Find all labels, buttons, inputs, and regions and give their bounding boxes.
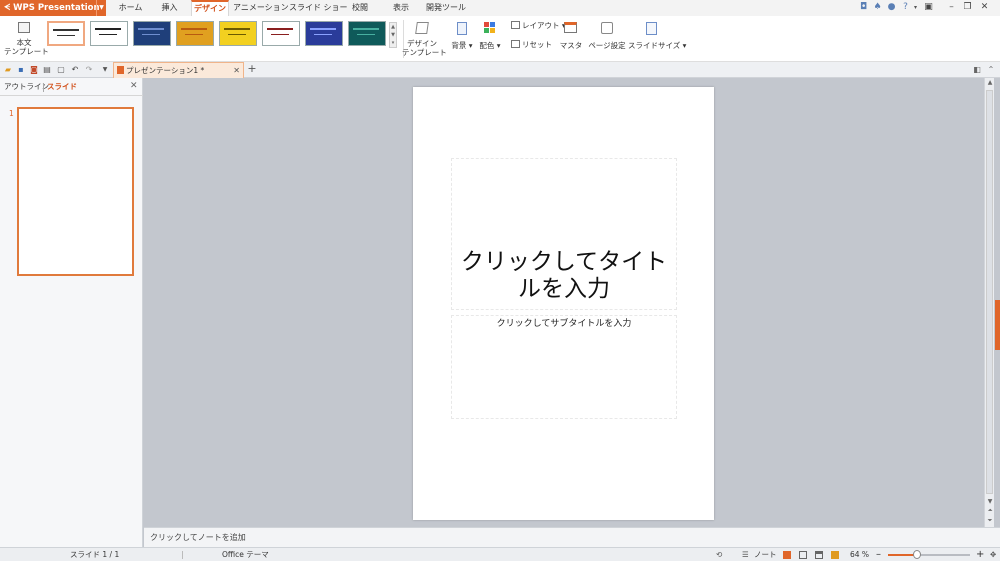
open-icon[interactable]: ▰	[3, 64, 13, 75]
reset-icon	[511, 40, 520, 48]
presentation-file-icon	[117, 66, 124, 74]
undo-icon[interactable]: ↶	[70, 64, 80, 75]
tab-home[interactable]: ホーム	[113, 0, 148, 16]
status-divider	[182, 551, 183, 559]
theme-thumb[interactable]	[262, 21, 300, 46]
theme-name: Office テーマ	[222, 550, 269, 559]
theme-thumb[interactable]	[47, 21, 85, 46]
save-icon[interactable]: ▪	[16, 64, 26, 75]
reading-view-icon[interactable]	[815, 551, 823, 559]
skin-icon[interactable]: ♠	[872, 2, 883, 13]
print-preview-icon[interactable]: ▢	[56, 64, 66, 75]
close-tab-icon[interactable]: ✕	[233, 63, 240, 78]
slide-sorter-icon[interactable]	[799, 551, 807, 559]
minimize-ribbon-icon[interactable]: ⌃	[986, 64, 996, 75]
app-menu-button[interactable]: ᗕ WPS Presentation ▼	[0, 0, 106, 16]
new-tab-icon[interactable]: +	[247, 63, 257, 74]
app-logo-icon: ᗕ	[4, 3, 14, 13]
layout-button[interactable]: レイアウト ▾	[522, 21, 566, 30]
tab-slideshow[interactable]: スライド ショー	[289, 0, 348, 16]
notes-placeholder: クリックしてノートを追加	[150, 533, 246, 542]
help-dropdown-icon[interactable]: ▾	[910, 2, 921, 13]
body-template-icon	[18, 22, 30, 33]
tab-design[interactable]: デザイン	[191, 0, 229, 16]
zoom-in-icon[interactable]: +	[976, 548, 984, 561]
document-tab-title: プレゼンテーション1 *	[126, 66, 205, 75]
tab-slides[interactable]: スライド	[47, 78, 77, 96]
theme-thumb[interactable]	[90, 21, 128, 46]
theme-thumb[interactable]	[176, 21, 214, 46]
notes-pane[interactable]: クリックしてノートを追加	[144, 527, 1000, 547]
backup-icon[interactable]: ⟲	[716, 548, 722, 561]
slide-number: 1	[9, 109, 14, 118]
print-icon[interactable]: ▤	[42, 64, 52, 75]
pane-toggle-icon[interactable]: ◧	[972, 64, 982, 75]
next-slide-icon[interactable]: ⏷	[985, 516, 995, 526]
close-icon[interactable]: ✕	[979, 2, 990, 13]
design-template-icon	[415, 22, 429, 34]
theme-gallery-scroll[interactable]: ▲ ▼ ▾	[389, 22, 397, 48]
account-icon[interactable]: ●	[886, 2, 897, 13]
master-icon	[564, 22, 577, 33]
slide-panel: アウトライン スライド ✕ 1	[0, 78, 143, 547]
app-name: WPS Presentation	[13, 3, 100, 13]
share-icon[interactable]: ◘	[858, 2, 869, 13]
export-pdf-icon[interactable]: ◙	[29, 64, 39, 75]
maximize-icon[interactable]: ❐	[962, 2, 973, 13]
normal-view-icon[interactable]	[783, 551, 791, 559]
layout-icon	[511, 21, 520, 29]
zoom-out-icon[interactable]: –	[876, 548, 881, 561]
subtitle-placeholder[interactable]: クリックしてサブタイトルを入力	[451, 315, 677, 419]
slide-counter: スライド 1 / 1	[70, 550, 120, 559]
theme-thumb[interactable]	[348, 21, 386, 46]
zoom-slider-thumb[interactable]	[913, 550, 921, 559]
theme-thumb[interactable]	[133, 21, 171, 46]
tab-insert[interactable]: 挿入	[152, 0, 187, 16]
color-scheme-icon	[484, 22, 496, 34]
tab-divider	[43, 83, 44, 92]
page-setup-button[interactable]: ページ設定	[588, 41, 626, 50]
subtitle-placeholder-text: クリックしてサブタイトルを入力	[496, 319, 632, 329]
master-button[interactable]: マスタ	[558, 41, 584, 50]
status-bar: スライド 1 / 1 Office テーマ ⟲ ☰ ノート 64 % – + ✥	[0, 547, 1000, 561]
task-pane-handle[interactable]	[995, 300, 1000, 350]
fit-window-icon[interactable]: ✥	[990, 548, 996, 561]
reset-button[interactable]: リセット	[522, 40, 552, 49]
previous-slide-icon[interactable]: ⏶	[985, 506, 995, 516]
slide-thumbnail[interactable]	[17, 107, 134, 276]
scroll-up-icon[interactable]: ▲	[985, 78, 995, 88]
background-icon	[457, 22, 467, 35]
background-button[interactable]: 背景 ▾	[449, 41, 475, 50]
slideshow-icon[interactable]	[831, 551, 839, 559]
tab-view[interactable]: 表示	[384, 0, 418, 16]
theme-thumb[interactable]	[305, 21, 343, 46]
chevron-down-icon[interactable]: ▼	[96, 0, 106, 16]
design-template-button[interactable]: デザイン テンプレート	[402, 39, 447, 57]
notes-toggle[interactable]: ノート	[754, 548, 777, 561]
tab-review[interactable]: 校閲	[343, 0, 377, 16]
customize-quick-access-icon[interactable]: ▼	[100, 64, 110, 75]
slide[interactable]: クリックしてタイトルを入力 クリックしてサブタイトルを入力	[413, 87, 714, 520]
title-placeholder[interactable]: クリックしてタイトルを入力	[451, 158, 677, 310]
menu-bar	[0, 0, 1000, 16]
body-template-button[interactable]: 本文 テンプレート	[4, 38, 49, 56]
tab-animation[interactable]: アニメーション	[233, 0, 289, 16]
color-scheme-button[interactable]: 配色 ▾	[476, 41, 504, 50]
document-tab[interactable]: プレゼンテーション1 * ✕	[113, 62, 244, 78]
theme-thumb[interactable]	[219, 21, 257, 46]
scrollbar-thumb[interactable]	[986, 90, 993, 494]
vertical-scrollbar[interactable]: ▲ ▼ ⏶ ⏷	[984, 78, 994, 527]
restore-ribbon-icon[interactable]: ▣	[923, 2, 934, 13]
title-placeholder-text: クリックしてタイトルを入力	[460, 249, 668, 302]
close-panel-icon[interactable]: ✕	[130, 81, 138, 91]
notes-icon[interactable]: ☰	[742, 548, 749, 561]
page-setup-icon	[601, 22, 613, 34]
redo-icon[interactable]: ↷	[84, 64, 94, 75]
zoom-level[interactable]: 64 %	[850, 548, 869, 561]
tab-developer[interactable]: 開発ツール	[424, 0, 468, 16]
slide-size-button[interactable]: スライドサイズ ▾	[628, 41, 686, 50]
slide-size-icon	[646, 22, 657, 35]
zoom-slider[interactable]	[888, 554, 970, 556]
minimize-icon[interactable]: –	[946, 2, 957, 13]
